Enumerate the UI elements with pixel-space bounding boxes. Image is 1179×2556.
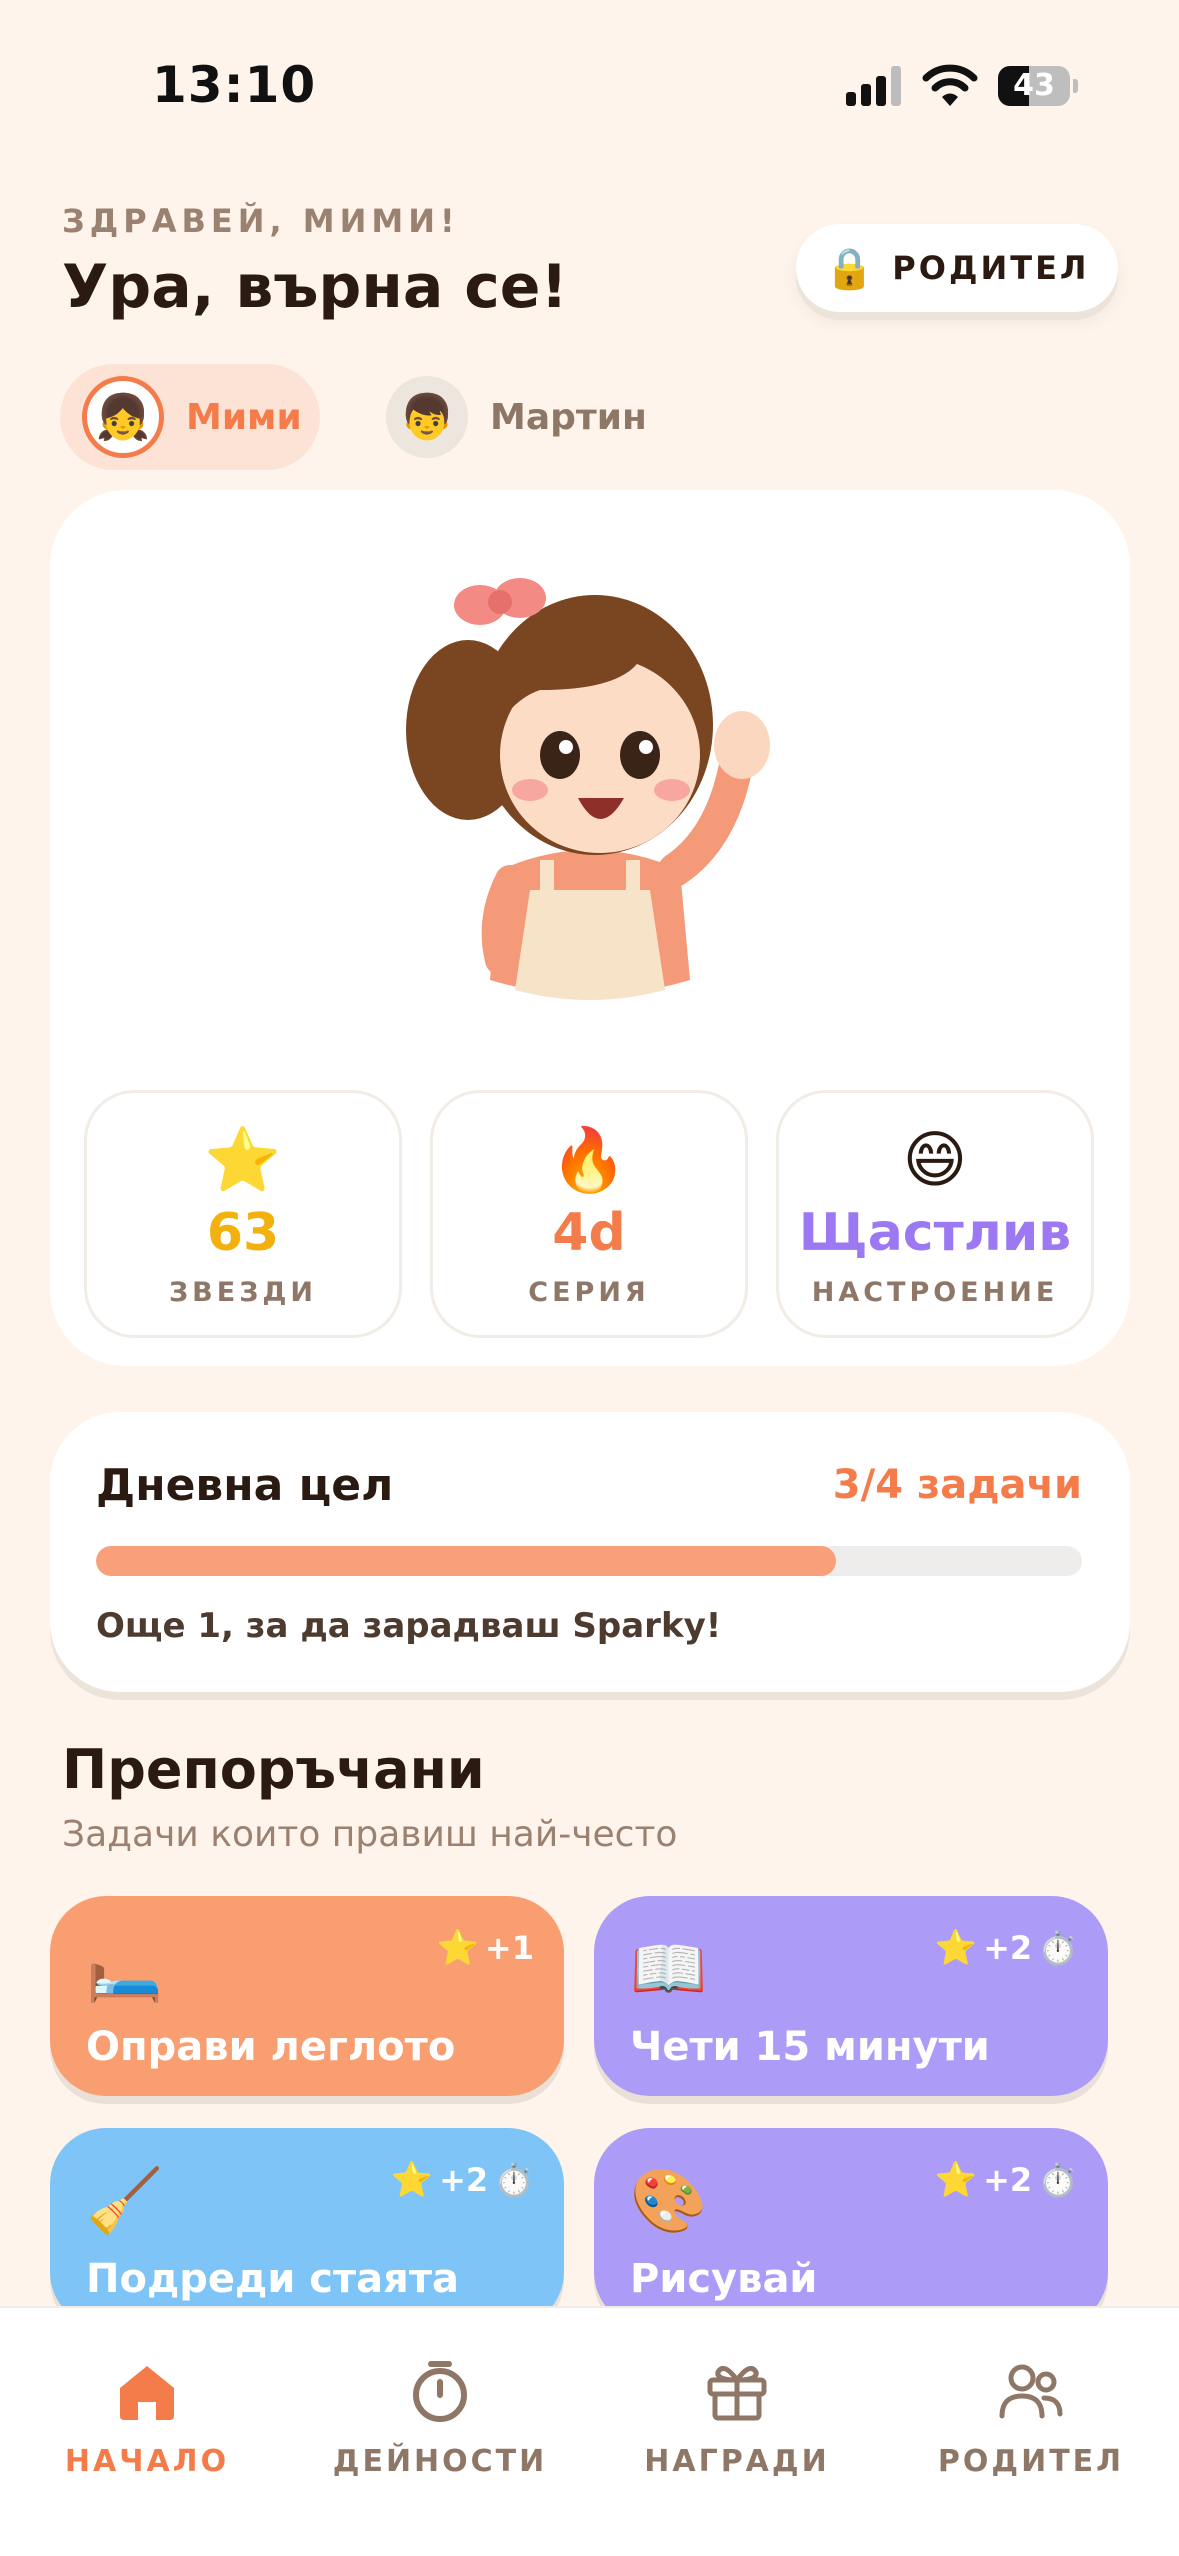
stopwatch-icon: ⏱️ bbox=[1038, 2161, 1078, 2199]
stat-label: ЗВЕЗДИ bbox=[168, 1277, 318, 1308]
star-icon: ⭐ bbox=[390, 2160, 434, 2200]
status-time: 13:10 bbox=[152, 56, 317, 114]
profile-chip-martin[interactable]: 👦 Мартин bbox=[364, 364, 654, 470]
task-name: Рисувай bbox=[630, 2256, 818, 2302]
wifi-icon bbox=[922, 64, 978, 106]
greeting: ЗДРАВЕЙ, МИМИ! bbox=[62, 202, 460, 240]
profile-chip-mimi[interactable]: 👧 Мими bbox=[60, 364, 320, 470]
boy-avatar-icon: 👦 bbox=[386, 376, 468, 458]
task-reward: ⭐ +1 bbox=[437, 1928, 534, 1968]
stat-mood: 😄 Щастлив НАСТРОЕНИЕ bbox=[776, 1090, 1094, 1338]
task-reward: ⭐ +2 ⏱️ bbox=[935, 1928, 1078, 1968]
stat-value: Щастлив bbox=[798, 1203, 1072, 1263]
task-card-tidy-room[interactable]: ⭐ +2 ⏱️ 🧹 Подреди стаята bbox=[50, 2128, 564, 2328]
task-card-draw[interactable]: ⭐ +2 ⏱️ 🎨 Рисувай bbox=[594, 2128, 1108, 2328]
daily-goal-message: Още 1, за да зарадваш Sparky! bbox=[96, 1606, 722, 1646]
recommended-title: Препоръчани bbox=[62, 1738, 485, 1801]
task-card-make-bed[interactable]: ⭐ +1 🛏️ Оправи леглото bbox=[50, 1896, 564, 2096]
star-icon: ⭐ bbox=[436, 1928, 479, 1968]
mascot-girl-waving-illustration bbox=[406, 578, 770, 1000]
daily-goal-card: Дневна цел 3/4 задачи Още 1, за да зарад… bbox=[50, 1412, 1130, 1692]
nav-home[interactable]: НАЧАЛО bbox=[22, 2358, 272, 2479]
task-reward: ⭐ +2 ⏱️ bbox=[935, 2160, 1078, 2200]
happy-face-icon: 😄 bbox=[902, 1123, 968, 1196]
home-icon bbox=[120, 2366, 174, 2420]
daily-goal-progress-bar bbox=[96, 1546, 1082, 1576]
daily-goal-title: Дневна цел bbox=[96, 1460, 394, 1511]
profile-name: Мими bbox=[186, 396, 302, 438]
bed-icon: 🛏️ bbox=[86, 1932, 164, 2005]
bottom-nav: НАЧАЛО ДЕЙНОСТИ НАГРАДИ РОДИТЕЛ bbox=[0, 2306, 1179, 2556]
nav-parent[interactable]: РОДИТЕЛ bbox=[906, 2358, 1156, 2479]
battery-icon: 43 bbox=[998, 66, 1078, 106]
battery-level: 43 bbox=[1013, 68, 1055, 103]
gift-icon bbox=[707, 2365, 767, 2421]
page-title: Ура, върна се! bbox=[62, 252, 568, 322]
parent-button[interactable]: 🔒 РОДИТЕЛ bbox=[796, 224, 1118, 312]
task-card-read[interactable]: ⭐ +2 ⏱️ 📖 Чети 15 минути bbox=[594, 1896, 1108, 2096]
reward-value: +2 bbox=[983, 1929, 1033, 1967]
book-icon: 📖 bbox=[630, 1932, 708, 2005]
reward-value: +2 bbox=[439, 2161, 489, 2199]
reward-value: +2 bbox=[983, 2161, 1033, 2199]
task-reward: ⭐ +2 ⏱️ bbox=[391, 2160, 534, 2200]
stat-value: 63 bbox=[206, 1203, 280, 1263]
task-name: Оправи леглото bbox=[86, 2024, 456, 2070]
stopwatch-icon: ⏱️ bbox=[1038, 1929, 1078, 1967]
recommended-subtitle: Задачи които правиш най-често bbox=[62, 1814, 678, 1855]
cellular-signal-icon bbox=[846, 66, 902, 106]
stopwatch-icon: ⏱️ bbox=[494, 2161, 534, 2199]
timer-icon bbox=[413, 2361, 467, 2422]
status-bar: 13:10 43 bbox=[0, 0, 1179, 170]
nav-activities[interactable]: ДЕЙНОСТИ bbox=[315, 2358, 565, 2479]
fire-icon: 🔥 bbox=[550, 1123, 628, 1196]
stat-value: 4d bbox=[552, 1203, 626, 1263]
stat-stars: ⭐ 63 ЗВЕЗДИ bbox=[84, 1090, 402, 1338]
star-icon: ⭐ bbox=[204, 1123, 282, 1196]
star-icon: ⭐ bbox=[934, 2160, 978, 2200]
profile-name: Мартин bbox=[490, 396, 647, 438]
reward-value: +1 bbox=[484, 1929, 534, 1967]
stat-label: СЕРИЯ bbox=[528, 1277, 650, 1308]
girl-avatar-icon: 👧 bbox=[82, 376, 164, 458]
nav-label: НАГРАДИ bbox=[644, 2444, 830, 2479]
palette-icon: 🎨 bbox=[630, 2164, 708, 2237]
lock-icon: 🔒 bbox=[824, 245, 875, 292]
task-name: Чети 15 минути bbox=[630, 2024, 990, 2070]
daily-goal-progress-fill bbox=[96, 1546, 836, 1576]
mascot-card: ⭐ 63 ЗВЕЗДИ 🔥 4d СЕРИЯ 😄 Щастлив НАСТРОЕ… bbox=[50, 490, 1130, 1366]
task-name: Подреди стаята bbox=[86, 2256, 460, 2302]
nav-label: ДЕЙНОСТИ bbox=[332, 2444, 548, 2479]
stat-streak: 🔥 4d СЕРИЯ bbox=[430, 1090, 748, 1338]
star-icon: ⭐ bbox=[934, 1928, 978, 1968]
nav-label: РОДИТЕЛ bbox=[937, 2444, 1125, 2479]
stat-label: НАСТРОЕНИЕ bbox=[811, 1277, 1059, 1308]
daily-goal-count: 3/4 задачи bbox=[832, 1462, 1082, 1508]
parent-button-label: РОДИТЕЛ bbox=[892, 249, 1090, 287]
people-icon bbox=[999, 2364, 1063, 2419]
nav-label: НАЧАЛО bbox=[64, 2444, 230, 2479]
broom-icon: 🧹 bbox=[86, 2164, 164, 2237]
nav-rewards[interactable]: НАГРАДИ bbox=[612, 2358, 862, 2479]
